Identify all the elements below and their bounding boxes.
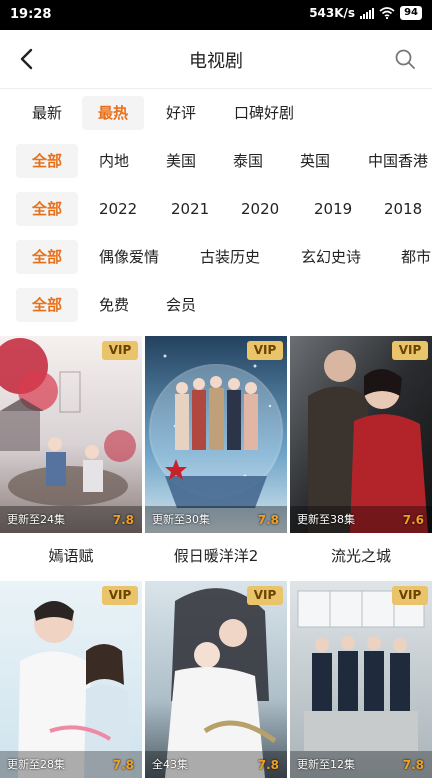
- vip-badge: VIP: [247, 586, 283, 605]
- episode-status: 更新至38集: [297, 513, 355, 526]
- year-2021[interactable]: 2021: [155, 192, 225, 226]
- genre-all[interactable]: 全部: [16, 240, 79, 274]
- region-uk[interactable]: 英国: [284, 144, 346, 178]
- region-mainland[interactable]: 内地: [83, 144, 145, 178]
- sort-latest[interactable]: 最新: [16, 96, 78, 130]
- page-title: 电视剧: [189, 51, 243, 72]
- vip-badge: VIP: [392, 341, 428, 360]
- episode-status: 更新至24集: [7, 513, 65, 526]
- show-title[interactable]: 嫣语赋: [0, 545, 142, 566]
- episode-status: 全43集: [152, 758, 188, 771]
- sort-hottest[interactable]: 最热: [82, 96, 145, 130]
- rating-score: 7.8: [402, 758, 424, 772]
- poster-image: [290, 581, 432, 778]
- status-time: 19:28: [10, 7, 52, 22]
- show-card[interactable]: VIP 更新至28集 7.8: [0, 581, 142, 778]
- vip-badge: VIP: [247, 341, 283, 360]
- cell-signal-icon: [360, 7, 375, 19]
- region-all[interactable]: 全部: [16, 144, 79, 178]
- battery-indicator: 94: [400, 6, 422, 20]
- show-card[interactable]: VIP 更新至38集 7.6: [290, 336, 432, 533]
- poster-image: [0, 581, 142, 778]
- vip-badge: VIP: [102, 341, 138, 360]
- show-card[interactable]: VIP 更新至12集 7.8: [290, 581, 432, 778]
- region-hongkong[interactable]: 中国香港: [352, 144, 432, 178]
- search-icon[interactable]: [394, 48, 416, 70]
- status-bar: 19:28 543K/s 94: [0, 0, 432, 30]
- poster-image: [0, 336, 142, 533]
- episode-status: 更新至28集: [7, 758, 65, 771]
- show-title[interactable]: 假日暖洋洋2: [145, 545, 287, 566]
- pay-member[interactable]: 会员: [150, 288, 212, 322]
- show-card[interactable]: VIP 更新至30集 7.8: [145, 336, 287, 533]
- genre-costume[interactable]: 古装历史: [184, 240, 276, 274]
- pay-all[interactable]: 全部: [16, 288, 79, 322]
- wifi-icon: [379, 7, 395, 19]
- genre-urban[interactable]: 都市: [385, 240, 432, 274]
- network-speed: 543K/s: [309, 6, 356, 20]
- status-right: 543K/s 94: [309, 6, 422, 20]
- sort-top-rated[interactable]: 好评: [150, 96, 212, 130]
- poster-image: [290, 336, 432, 533]
- region-usa[interactable]: 美国: [150, 144, 212, 178]
- vip-badge: VIP: [102, 586, 138, 605]
- region-thailand[interactable]: 泰国: [217, 144, 279, 178]
- episode-status: 更新至30集: [152, 513, 210, 526]
- genre-romance[interactable]: 偶像爱情: [83, 240, 175, 274]
- genre-fantasy[interactable]: 玄幻史诗: [285, 240, 377, 274]
- region-filter-row: 全部 内地 美国 泰国 英国 中国香港: [0, 144, 432, 180]
- sort-filter-row: 最新 最热 好评 口碑好剧: [0, 96, 432, 132]
- show-card[interactable]: VIP 全43集 7.8: [145, 581, 287, 778]
- rating-score: 7.8: [112, 758, 134, 772]
- genre-filter-row: 全部 偶像爱情 古装历史 玄幻史诗 都市: [0, 240, 432, 276]
- sort-well-reviewed[interactable]: 口碑好剧: [218, 96, 310, 130]
- show-card[interactable]: VIP 更新至24集 7.8: [0, 336, 142, 533]
- nav-bar: 电视剧: [0, 30, 432, 89]
- pay-free[interactable]: 免费: [83, 288, 145, 322]
- poster-image: [145, 336, 287, 533]
- year-2019[interactable]: 2019: [298, 192, 368, 226]
- vip-badge: VIP: [392, 586, 428, 605]
- rating-score: 7.8: [112, 513, 134, 527]
- pay-filter-row: 全部 免费 会员: [0, 288, 432, 324]
- year-2022[interactable]: 2022: [83, 192, 153, 226]
- year-2018[interactable]: 2018: [368, 192, 432, 226]
- year-2020[interactable]: 2020: [225, 192, 295, 226]
- show-title[interactable]: 流光之城: [290, 545, 432, 566]
- year-filter-row: 全部 2022 2021 2020 2019 2018: [0, 192, 432, 228]
- rating-score: 7.6: [402, 513, 424, 527]
- poster-image: [145, 581, 287, 778]
- rating-score: 7.8: [257, 758, 279, 772]
- rating-score: 7.8: [257, 513, 279, 527]
- year-all[interactable]: 全部: [16, 192, 79, 226]
- episode-status: 更新至12集: [297, 758, 355, 771]
